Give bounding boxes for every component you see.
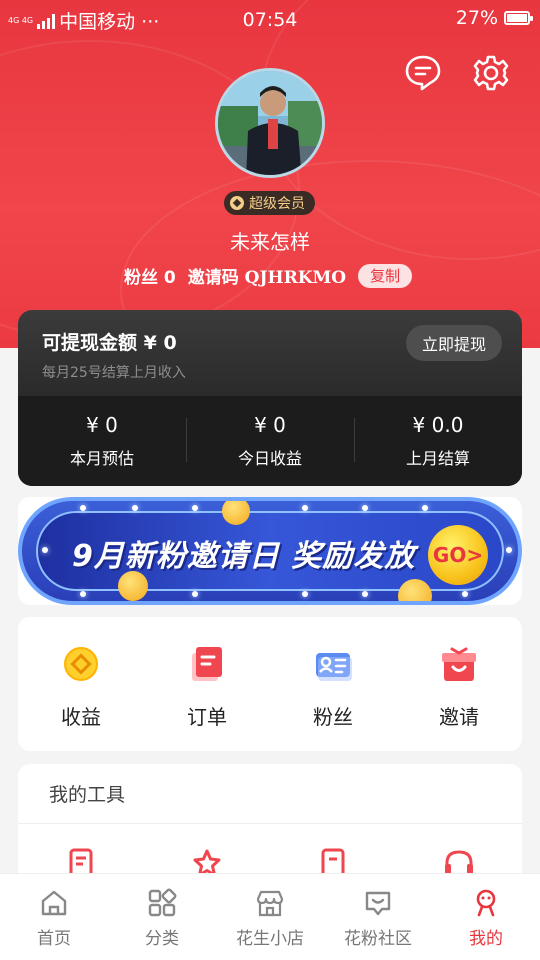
user-nickname: 未来怎样 (230, 230, 310, 254)
stat-last-month-settlement[interactable]: ¥ 0.0 上月结算 (354, 396, 522, 486)
tab-label: 首页 (37, 929, 71, 949)
withdrawable-amount: 可提现金额 ¥ 0 (42, 332, 177, 354)
tab-label: 分类 (145, 929, 179, 949)
tools-row (18, 824, 522, 878)
balance-card: 可提现金额 ¥ 0 每月25号结算上月收入 立即提现 ¥ 0 本月预估 ¥ 0 … (18, 310, 522, 486)
shop-icon (256, 890, 284, 917)
stat-label: 上月结算 (405, 449, 470, 468)
withdraw-button[interactable]: 立即提现 (405, 325, 502, 361)
fans-card-icon (314, 645, 352, 683)
avatar[interactable] (215, 68, 325, 178)
settlement-note: 每月25号结算上月收入 (42, 365, 186, 381)
message-icon[interactable] (404, 54, 442, 92)
light-dot (302, 591, 308, 597)
community-icon (365, 891, 391, 916)
quick-action-earnings[interactable]: 收益 (18, 617, 144, 751)
battery-percent: 27% (455, 7, 498, 29)
tab-shop[interactable]: 花生小店 (216, 874, 324, 960)
copy-invite-code-button[interactable]: 复制 (358, 263, 413, 288)
light-dot (302, 505, 308, 511)
earnings-stats: ¥ 0 本月预估 ¥ 0 今日收益 ¥ 0.0 上月结算 (18, 396, 522, 486)
light-dot (362, 591, 368, 597)
tab-label: 花生小店 (236, 929, 304, 949)
vip-badge-label: 超级会员 (249, 196, 305, 212)
quick-action-invite[interactable]: 邀请 (396, 617, 522, 751)
coin-decoration (222, 501, 250, 525)
tab-label: 我的 (469, 929, 503, 949)
stat-value: ¥ 0.0 (412, 413, 464, 437)
home-icon (41, 890, 67, 916)
profile-meta: 粉丝 0 邀请码 QJHRKMO 复制 (124, 263, 413, 288)
tab-profile[interactable]: 我的 (432, 874, 540, 960)
vip-badge: 超级会员 (224, 191, 315, 215)
tab-label: 花粉社区 (344, 929, 412, 949)
promo-banner-container: 9月新粉邀请日 奖励发放 GO> (18, 497, 522, 605)
light-dot (422, 505, 428, 511)
quick-actions: 收益 订单 粉丝 邀请 (18, 617, 522, 751)
banner-go-button[interactable]: GO> (428, 525, 488, 585)
diamond-icon (230, 196, 244, 210)
quick-action-label: 收益 (61, 705, 101, 729)
category-icon (148, 888, 177, 917)
bottom-tab-bar: 首页 分类 花生小店 花粉社区 我的 (0, 873, 540, 960)
tab-community[interactable]: 花粉社区 (324, 874, 432, 960)
coin-icon (62, 645, 100, 683)
tab-category[interactable]: 分类 (108, 874, 216, 960)
profile-icon (476, 889, 496, 917)
invite-code: 邀请码 QJHRKMO (187, 268, 347, 288)
stat-value: ¥ 0 (254, 413, 286, 437)
coin-decoration (118, 571, 148, 601)
stat-label: 本月预估 (69, 449, 134, 468)
banner-text: 9月新粉邀请日 奖励发放 (72, 539, 416, 574)
stat-month-estimate[interactable]: ¥ 0 本月预估 (18, 396, 186, 486)
settings-gear-icon[interactable] (472, 54, 510, 92)
quick-action-label: 订单 (187, 705, 227, 729)
stat-value: ¥ 0 (86, 413, 118, 437)
fans-count: 粉丝 0 (124, 268, 176, 288)
tab-home[interactable]: 首页 (0, 874, 108, 960)
light-dot (192, 505, 198, 511)
light-dot (362, 505, 368, 511)
light-dot (506, 547, 512, 553)
quick-action-label: 粉丝 (313, 705, 353, 729)
order-icon (188, 645, 226, 683)
light-dot (80, 591, 86, 597)
quick-action-orders[interactable]: 订单 (144, 617, 270, 751)
promo-banner[interactable]: 9月新粉邀请日 奖励发放 GO> (18, 497, 522, 605)
status-bar: 4G 4G 中国移动 ··· 07:54 27% (0, 0, 540, 38)
quick-action-label: 邀请 (439, 705, 479, 729)
coin-decoration (398, 579, 432, 601)
light-dot (192, 591, 198, 597)
stat-today-earnings[interactable]: ¥ 0 今日收益 (186, 396, 354, 486)
section-title: 我的工具 (18, 764, 522, 824)
gift-icon (440, 645, 478, 683)
quick-action-fans[interactable]: 粉丝 (270, 617, 396, 751)
light-dot (462, 591, 468, 597)
battery-icon (504, 11, 533, 25)
light-dot (42, 547, 48, 553)
light-dot (132, 505, 138, 511)
stat-label: 今日收益 (237, 449, 302, 468)
light-dot (80, 505, 86, 511)
